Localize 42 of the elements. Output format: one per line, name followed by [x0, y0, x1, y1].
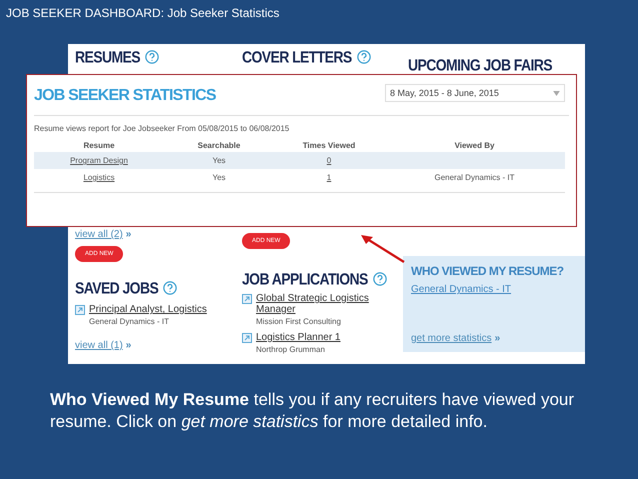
- date-range-dropdown[interactable]: 8 May, 2015 - 8 June, 2015: [385, 84, 565, 102]
- times-viewed-link[interactable]: 0: [326, 156, 332, 165]
- report-description: Resume views report for Joe Jobseeker From 05/08/2015 to 06/08/2015: [34, 124, 290, 133]
- help-icon[interactable]: [372, 272, 387, 286]
- section-heading: RESUMES: [75, 48, 140, 66]
- job-link[interactable]: Global Strategic Logistics Manager: [256, 293, 381, 315]
- caret-icon: [553, 90, 560, 96]
- card-heading: WHO VIEWED MY RESUME?: [411, 264, 565, 278]
- arrow-square-icon: [242, 294, 252, 304]
- section-heading: JOB APPLICATIONS: [242, 270, 368, 288]
- resume-link[interactable]: Logistics: [83, 173, 115, 182]
- view-all-link[interactable]: view all (2): [75, 229, 123, 240]
- column-header: Resume: [82, 141, 116, 150]
- chevron-text: »: [126, 340, 132, 351]
- card-title: JOB SEEKER STATISTICS: [34, 87, 216, 105]
- job-link[interactable]: Principal Analyst, Logistics: [89, 304, 207, 315]
- table-cell: Yes: [212, 156, 226, 165]
- column-header: Searchable: [196, 141, 242, 150]
- column-header: Times Viewed: [302, 141, 356, 150]
- view-all-link[interactable]: view all (1): [75, 340, 123, 351]
- arrow-square-icon: [75, 305, 85, 315]
- help-icon[interactable]: [356, 50, 371, 64]
- table-cell: Yes: [212, 173, 226, 182]
- slide-title: JOB SEEKER DASHBOARD: Job Seeker Statistics: [5, 5, 280, 22]
- resume-link[interactable]: Program Design: [70, 156, 128, 165]
- times-viewed-link[interactable]: 1: [326, 173, 332, 182]
- table-cell: General Dynamics - IT: [434, 173, 515, 182]
- help-icon[interactable]: [163, 281, 178, 295]
- help-icon[interactable]: [145, 50, 160, 64]
- arrow-square-icon: [242, 333, 252, 343]
- chevron-text: »: [126, 229, 132, 240]
- chevron-text: »: [494, 333, 500, 344]
- company-name: Mission First Consulting: [256, 317, 342, 326]
- section-heading: COVER LETTERS: [242, 48, 352, 66]
- pointer-arrow: [360, 234, 406, 264]
- section-heading: SAVED JOBS: [75, 278, 158, 298]
- caption-text: Who Viewed My Resume tells you if any recruiters have viewed your resume. Click on get more statistics for more detailed info.: [49, 389, 576, 433]
- company-name: Northrop Grumman: [256, 345, 326, 354]
- company-name: General Dynamics - IT: [89, 317, 170, 326]
- column-header: Viewed By: [454, 141, 496, 150]
- section-heading: UPCOMING JOB FAIRS: [408, 56, 552, 74]
- job-link[interactable]: Logistics Planner 1: [256, 332, 340, 343]
